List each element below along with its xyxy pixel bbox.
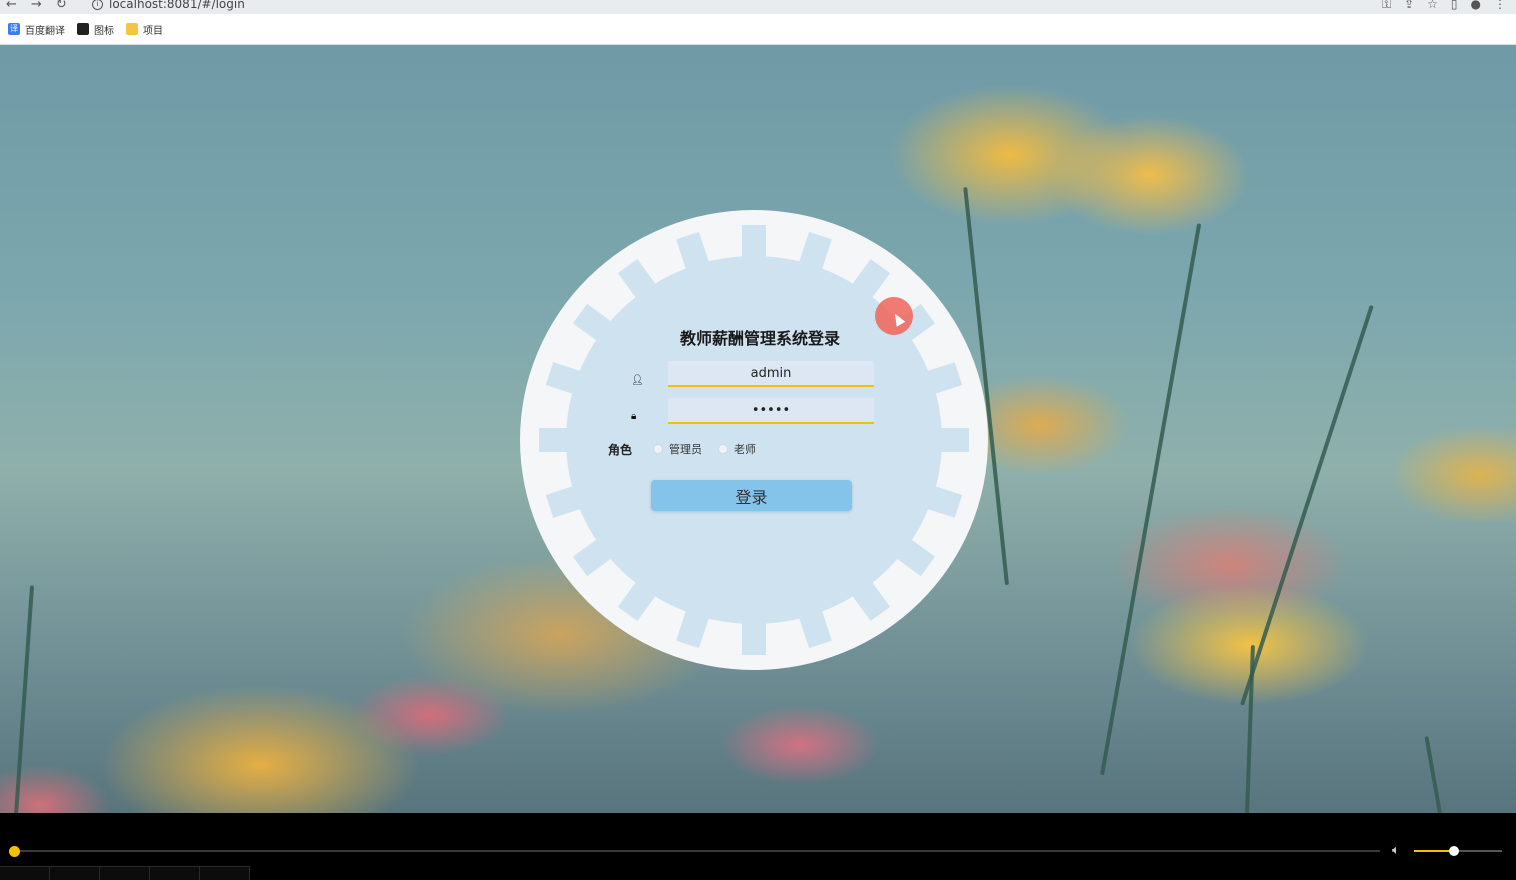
sidepanel-icon[interactable]: ▯	[1451, 0, 1458, 12]
star-icon[interactable]: ☆	[1427, 0, 1438, 12]
image-icon	[77, 23, 89, 35]
progress-track[interactable]	[14, 850, 1380, 852]
login-card	[520, 210, 988, 670]
browser-toolbar: ← → ↻ i localhost:8081/#/login ⚿ ⇪ ☆ ▯ ●…	[0, 0, 1516, 14]
key-icon[interactable]: ⚿	[1382, 0, 1391, 12]
login-button[interactable]: 登录	[651, 480, 852, 511]
flower-stem	[1240, 304, 1374, 706]
taskbar-slot[interactable]	[50, 866, 100, 880]
url-text: localhost:8081/#/login	[109, 0, 245, 11]
back-icon[interactable]: ←	[6, 0, 17, 12]
bookmarks-bar: 译 百度翻译 图标 项目	[0, 14, 1516, 45]
flower-stem	[1424, 736, 1444, 813]
volume-icon[interactable]: 🔈︎	[1392, 843, 1400, 858]
forward-icon[interactable]: →	[31, 0, 42, 12]
flower-stem	[1100, 223, 1202, 776]
role-option-admin[interactable]: 管理员	[653, 441, 702, 457]
taskbar-slot[interactable]	[0, 866, 50, 880]
gear-shape	[520, 210, 988, 670]
translate-icon: 译	[8, 23, 20, 35]
taskbar-strip	[0, 866, 1516, 880]
browser-actions: ⚿ ⇪ ☆ ▯ ● ⋮	[1382, 0, 1506, 12]
bookmark-icons[interactable]: 图标	[77, 22, 114, 37]
bookmark-baidu-translate[interactable]: 译 百度翻译	[8, 22, 65, 37]
nav-buttons: ← → ↻	[6, 0, 67, 12]
folder-icon	[126, 23, 138, 35]
menu-icon[interactable]: ⋮	[1494, 0, 1506, 12]
role-label: 角色	[608, 443, 633, 457]
radio-circle[interactable]	[653, 444, 663, 454]
taskbar-slot[interactable]	[150, 866, 200, 880]
progress-knob[interactable]	[9, 846, 20, 857]
role-option-teacher[interactable]: 老师	[718, 441, 756, 457]
volume-knob[interactable]	[1448, 846, 1459, 856]
grass-blade	[14, 585, 35, 813]
username-input[interactable]	[668, 361, 874, 387]
bookmark-project[interactable]: 项目	[126, 22, 163, 37]
reload-icon[interactable]: ↻	[56, 0, 67, 12]
radio-circle[interactable]	[718, 444, 728, 454]
profile-icon[interactable]: ●	[1471, 0, 1481, 12]
volume-fill	[1414, 850, 1454, 852]
lock-icon: 🔒︎	[631, 411, 637, 422]
page-title: 教师薪酬管理系统登录	[679, 329, 840, 348]
flower-stem	[1245, 645, 1255, 813]
share-icon[interactable]: ⇪	[1404, 0, 1414, 12]
info-icon[interactable]: i	[92, 0, 103, 10]
address-bar[interactable]: i localhost:8081/#/login	[92, 0, 245, 11]
user-icon: 👤︎	[631, 375, 644, 386]
taskbar-slot[interactable]	[200, 866, 250, 880]
taskbar-slot[interactable]	[100, 866, 150, 880]
password-input[interactable]	[668, 398, 874, 424]
